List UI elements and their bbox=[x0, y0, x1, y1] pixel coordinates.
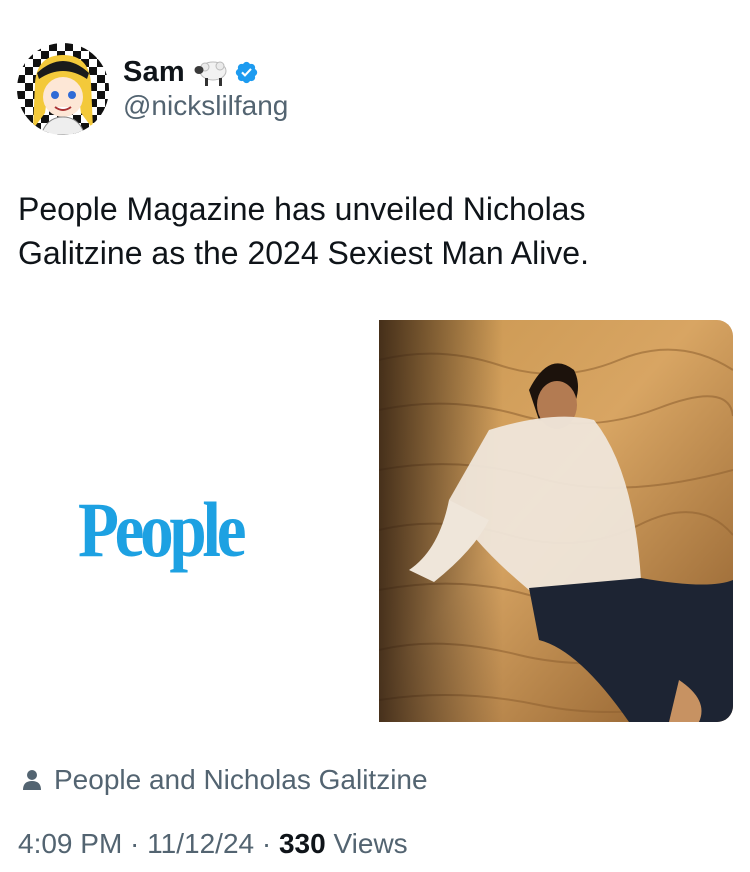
tagged-people[interactable]: People and Nicholas Galitzine bbox=[22, 764, 428, 796]
tweet-date[interactable]: 11/12/24 bbox=[147, 828, 254, 860]
sheep-icon bbox=[194, 57, 230, 87]
person-icon bbox=[22, 769, 42, 791]
tweet-text: People Magazine has unveiled Nicholas Ga… bbox=[18, 191, 589, 271]
tweet-media[interactable]: People bbox=[17, 320, 733, 722]
people-logo: People bbox=[78, 486, 247, 573]
people-logo-image[interactable]: People bbox=[17, 320, 377, 722]
views-label: Views bbox=[325, 828, 408, 859]
author-block[interactable]: Sam @nickslilfang bbox=[123, 52, 288, 122]
tagged-people-text[interactable]: People and Nicholas Galitzine bbox=[54, 764, 428, 796]
tweet-time[interactable]: 4:09 PM bbox=[18, 828, 122, 860]
avatar[interactable] bbox=[17, 43, 109, 135]
tweet-meta: 4:09 PM · 11/12/24 · 330 Views bbox=[18, 828, 408, 860]
verified-badge-icon bbox=[234, 60, 259, 85]
user-handle[interactable]: @nickslilfang bbox=[123, 90, 288, 122]
views-count: 330 bbox=[278, 828, 326, 859]
meta-separator: · bbox=[122, 828, 148, 859]
meta-separator: · bbox=[254, 828, 279, 859]
photo-image[interactable] bbox=[378, 320, 733, 722]
display-name[interactable]: Sam bbox=[123, 56, 185, 89]
